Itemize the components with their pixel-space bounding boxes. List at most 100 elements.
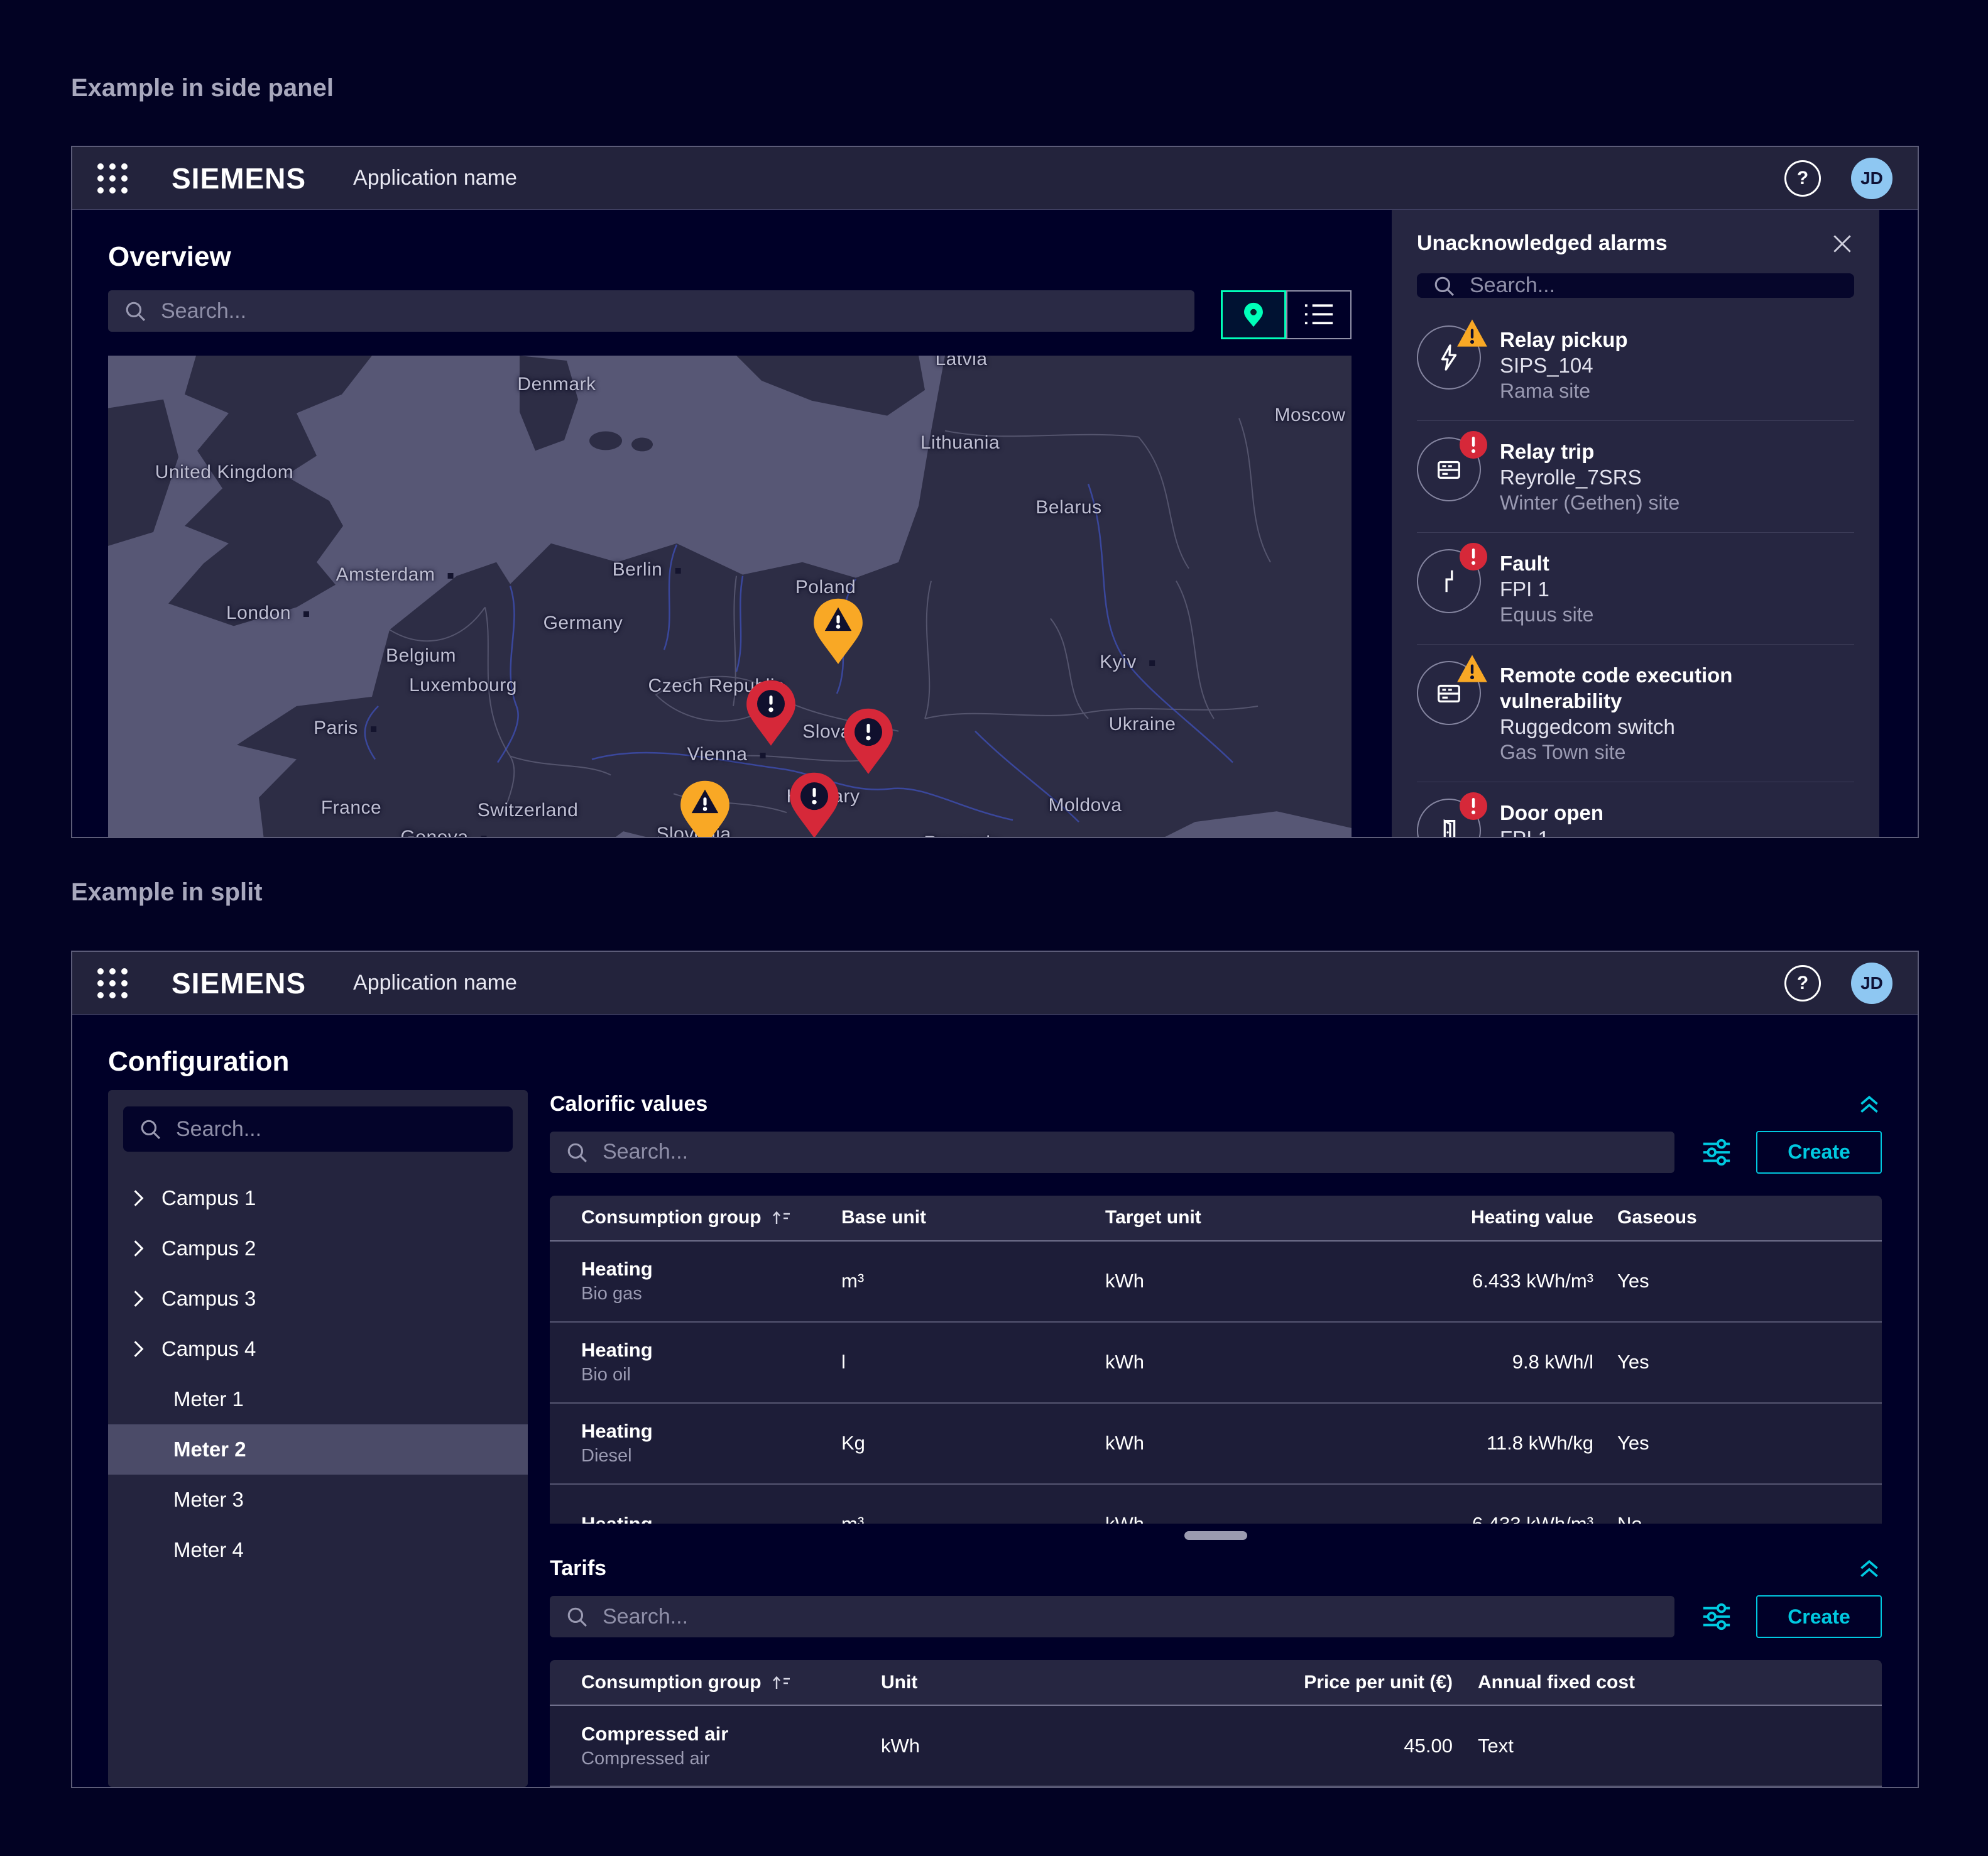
siemens-logo: SIEMENS — [172, 161, 306, 195]
target-unit: kWh — [1105, 1513, 1382, 1524]
column-header[interactable]: Price per unit (€) — [1151, 1672, 1453, 1693]
unit-value: kWh — [881, 1735, 1151, 1757]
alarm-title: Door open — [1500, 800, 1603, 826]
map-label: Amsterdam — [336, 564, 454, 586]
column-header[interactable]: Annual fixed cost — [1478, 1672, 1650, 1693]
table-row[interactable]: HeatingBio oil l kWh 9.8 kWh/l Yes — [550, 1323, 1882, 1404]
alarm-site: Winter (Gethen) site — [1500, 490, 1679, 516]
tree-item-campus-2[interactable]: Campus 2 — [123, 1223, 513, 1274]
annual-fixed-cost: Text — [1478, 1735, 1529, 1757]
tree-item-label: Campus 4 — [161, 1337, 256, 1361]
list-icon — [1303, 302, 1335, 328]
consumption-group: Heating — [581, 1257, 653, 1282]
alarm-site: Equus site — [1500, 602, 1593, 628]
map-label: Poland — [795, 577, 856, 598]
design-canvas: Example in side panel SIEMENS Applicatio… — [0, 0, 1988, 1856]
app-switcher-icon[interactable] — [97, 968, 128, 998]
search-placeholder: Search... — [603, 1605, 688, 1629]
tree-item-label: Meter 3 — [173, 1488, 244, 1512]
map-label: Moscow — [1274, 405, 1345, 426]
consumption-group: Heating — [581, 1419, 653, 1444]
tree-item-campus-3[interactable]: Campus 3 — [123, 1274, 513, 1324]
map-marker-warning[interactable] — [677, 779, 733, 837]
calorific-table: Consumption group Base unit Target unit … — [550, 1196, 1882, 1524]
tree-item-campus-4[interactable]: Campus 4 — [123, 1324, 513, 1374]
column-header[interactable]: Heating value — [1382, 1207, 1593, 1228]
close-icon[interactable] — [1830, 232, 1854, 256]
filter-button[interactable] — [1701, 1137, 1732, 1168]
table-row[interactable]: HeatingBio gas m³ kWh 6.433 kWh/m³ Yes — [550, 1242, 1882, 1323]
help-icon[interactable]: ? — [1784, 965, 1821, 1002]
alarm-item[interactable]: Relay pickup SIPS_104 Rama site — [1417, 309, 1854, 421]
europe-map[interactable]: Denmark United Kingdom Amsterdam London … — [108, 356, 1352, 837]
chevron-right-icon — [133, 1189, 144, 1207]
map-view-button[interactable] — [1221, 290, 1286, 339]
alarm-device: FPI 1 — [1500, 576, 1593, 602]
create-button[interactable]: Create — [1756, 1131, 1882, 1174]
column-header[interactable]: Gaseous — [1617, 1207, 1712, 1228]
sort-ascending-icon[interactable] — [770, 1674, 792, 1691]
list-view-button[interactable] — [1286, 290, 1352, 339]
column-header[interactable]: Consumption group — [581, 1672, 762, 1693]
map-label: Denmark — [517, 374, 596, 395]
column-header[interactable]: Unit — [881, 1672, 1151, 1693]
search-icon — [124, 300, 146, 322]
collapse-section-button[interactable] — [1857, 1093, 1882, 1115]
column-header[interactable]: Base unit — [841, 1207, 1105, 1228]
consumption-group: Heating — [581, 1338, 653, 1363]
map-marker-warning[interactable] — [811, 597, 866, 666]
app-switcher-icon[interactable] — [97, 163, 128, 194]
gaseous-value: Yes — [1617, 1351, 1664, 1373]
map-marker-critical[interactable] — [787, 771, 842, 837]
map-marker-critical[interactable] — [743, 679, 799, 748]
alarm-device: SIPS_104 — [1500, 352, 1628, 378]
tarifs-search-input[interactable]: Search... — [550, 1596, 1674, 1637]
tree-item-label: Campus 1 — [161, 1186, 256, 1210]
alarm-item[interactable]: Fault FPI 1 Equus site — [1417, 533, 1854, 645]
alarm-item[interactable]: Door open FPI 1 — [1417, 782, 1854, 837]
map-label: United Kingdom — [155, 462, 293, 483]
table-row[interactable]: HeatingDiesel Kg kWh 11.8 kWh/kg Yes — [550, 1404, 1882, 1485]
sort-ascending-icon[interactable] — [770, 1209, 792, 1226]
double-chevron-up-icon — [1857, 1557, 1882, 1580]
switch-icon — [1417, 661, 1481, 725]
critical-badge-icon — [1458, 791, 1488, 821]
avatar[interactable]: JD — [1851, 158, 1892, 199]
avatar[interactable]: JD — [1851, 963, 1892, 1004]
alarms-search-input[interactable]: Search... — [1417, 273, 1854, 298]
filter-button[interactable] — [1701, 1601, 1732, 1632]
base-unit: m³ — [841, 1513, 1105, 1524]
map-marker-critical[interactable] — [841, 707, 896, 776]
column-header[interactable]: Target unit — [1105, 1207, 1382, 1228]
siemens-logo: SIEMENS — [172, 966, 306, 1000]
base-unit: m³ — [841, 1270, 1105, 1292]
column-header[interactable]: Consumption group — [581, 1207, 762, 1228]
tarifs-section-title: Tarifs — [550, 1556, 606, 1581]
alarm-device: Reyrolle_7SRS — [1500, 464, 1679, 490]
tree-item-meter-3[interactable]: Meter 3 — [123, 1475, 513, 1525]
alarm-title: Remote code execution vulnerability — [1500, 662, 1854, 714]
tree-item-campus-1[interactable]: Campus 1 — [123, 1173, 513, 1223]
alarm-item[interactable]: Relay trip Reyrolle_7SRS Winter (Gethen)… — [1417, 421, 1854, 533]
heating-value: 9.8 kWh/l — [1382, 1351, 1593, 1373]
tree-item-meter-4[interactable]: Meter 4 — [123, 1525, 513, 1575]
table-row[interactable]: Compressed airCompressed air kWh 45.00 T… — [550, 1706, 1882, 1787]
create-button[interactable]: Create — [1756, 1595, 1882, 1638]
lightning-icon — [1417, 325, 1481, 390]
heating-value: 11.8 kWh/kg — [1382, 1432, 1593, 1455]
relay-icon — [1417, 437, 1481, 501]
tree-item-meter-2[interactable]: Meter 2 — [108, 1424, 528, 1475]
sidebar-search-input[interactable]: Search... — [123, 1106, 513, 1152]
calorific-search-input[interactable]: Search... — [550, 1132, 1674, 1173]
tree-item-label: Campus 3 — [161, 1287, 256, 1311]
table-row[interactable]: Heating m³ kWh 6.433 kWh/m³ No — [550, 1485, 1882, 1524]
table-header-row: Consumption group Unit Price per unit (€… — [550, 1660, 1882, 1706]
window-overview: SIEMENS Application name ? JD Overview S… — [71, 146, 1919, 838]
alarm-item[interactable]: Remote code execution vulnerability Rugg… — [1417, 645, 1854, 782]
search-input[interactable]: Search... — [108, 290, 1194, 332]
horizontal-scrollbar[interactable] — [1184, 1531, 1247, 1540]
tree-item-meter-1[interactable]: Meter 1 — [123, 1374, 513, 1424]
tarifs-table: Consumption group Unit Price per unit (€… — [550, 1660, 1882, 1787]
collapse-section-button[interactable] — [1857, 1557, 1882, 1580]
help-icon[interactable]: ? — [1784, 160, 1821, 197]
